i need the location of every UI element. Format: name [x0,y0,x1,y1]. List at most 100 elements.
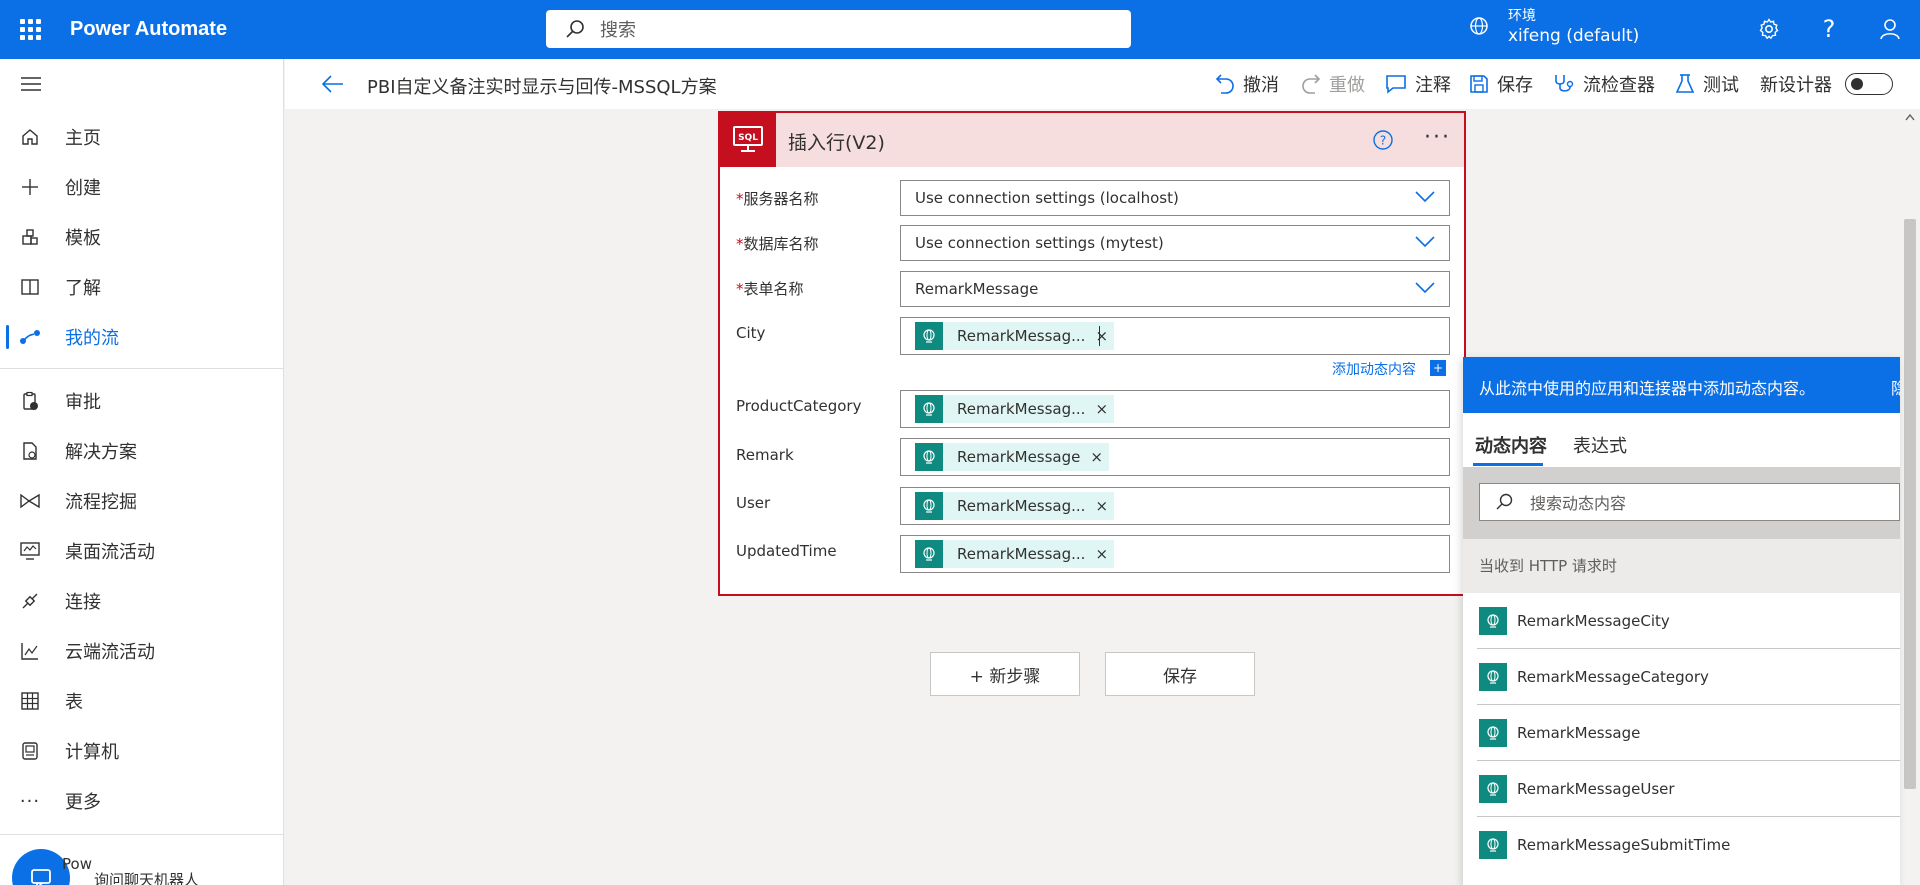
database-name-dropdown[interactable]: Use connection settings (mytest) [900,225,1450,261]
new-designer-label: 新设计器 [1760,75,1832,96]
dynamic-token[interactable]: RemarkMessag... × [915,395,1115,423]
hide-panel-link[interactable]: 隐 [1891,375,1900,399]
save-flow-button[interactable]: 保存 [1105,652,1255,696]
help-button[interactable]: ? [1814,14,1844,44]
remove-token-icon[interactable]: × [1095,497,1108,515]
remark-input[interactable]: RemarkMessage × [900,438,1450,476]
book-icon [21,279,39,295]
sidebar-item-create[interactable]: 创建 [0,165,284,209]
list-item[interactable]: RemarkMessageCity [1477,593,1900,649]
remove-token-icon[interactable]: × [1095,400,1108,418]
svg-text:?: ? [1380,134,1386,148]
back-button[interactable] [321,73,345,100]
product-category-input[interactable]: RemarkMessag... × [900,390,1450,428]
sidebar-item-label: 解决方案 [65,442,137,463]
scroll-up-icon[interactable] [1905,113,1915,121]
http-trigger-icon [1479,662,1507,691]
sidebar: 主页 创建 模板 了解 我的流 审批 解决方案 流程挖掘 桌面流活动 连接 云端… [0,59,284,885]
trigger-section-header[interactable]: 当收到 HTTP 请求时 [1463,539,1900,593]
list-item[interactable]: RemarkMessageSubmitTime [1477,817,1900,873]
updated-time-input[interactable]: RemarkMessag... × [900,535,1450,573]
approval-icon [23,391,38,410]
plus-icon [22,179,38,195]
sidebar-item-label: 主页 [65,128,101,149]
tab-expression[interactable]: 表达式 [1573,432,1627,458]
http-trigger-icon [915,395,943,423]
add-dynamic-content-icon[interactable]: + [1430,360,1446,376]
add-dynamic-content-link[interactable]: 添加动态内容 [1332,359,1416,379]
remove-token-icon[interactable]: × [1095,327,1108,345]
table-name-dropdown[interactable]: RemarkMessage [900,271,1450,307]
dynamic-content-search-input[interactable]: 搜索动态内容 [1479,483,1900,521]
remove-token-icon[interactable]: × [1090,448,1103,466]
scroll-thumb[interactable] [1904,219,1916,789]
question-icon: ? [1822,15,1836,43]
template-icon [22,229,38,245]
sidebar-item-label: 我的流 [65,328,119,349]
list-item[interactable]: RemarkMessageCategory [1477,649,1900,705]
user-input[interactable]: RemarkMessag... × [900,487,1450,525]
table-icon [21,692,39,710]
ellipsis-icon: ··· [1424,125,1451,150]
dynamic-token[interactable]: RemarkMessage × [915,443,1109,471]
new-designer-toggle[interactable] [1845,73,1893,95]
remove-token-icon[interactable]: × [1095,545,1108,563]
account-button[interactable] [1875,14,1905,44]
app-launcher-button[interactable] [0,0,60,59]
environment-picker[interactable]: 环境 xifeng (default) [1468,6,1639,46]
top-bar: Power Automate 搜索 环境 xifeng (default) ? [0,0,1920,59]
sidebar-item-more[interactable]: ··· 更多 [0,779,284,823]
stethoscope-icon [1555,75,1574,92]
sidebar-item-learn[interactable]: 了解 [0,265,284,309]
globe-icon [1470,17,1488,35]
canvas-scrollbar[interactable] [1900,109,1920,885]
card-more-button[interactable]: ··· [1424,125,1451,150]
sidebar-item-approvals[interactable]: 审批 [0,379,284,423]
dynamic-token[interactable]: RemarkMessag... × [915,540,1115,568]
settings-button[interactable] [1754,14,1784,44]
new-step-button[interactable]: + 新步骤 [930,652,1080,696]
environment-name: xifeng (default) [1508,26,1640,46]
global-search-input[interactable]: 搜索 [546,10,1131,48]
sidebar-item-label: 了解 [65,278,101,299]
sidebar-item-solutions[interactable]: 解决方案 [0,429,284,473]
list-item[interactable]: RemarkMessageUser [1477,761,1900,817]
dynamic-token[interactable]: RemarkMessag... × [915,492,1115,520]
help-button[interactable]: ? [1372,129,1394,156]
collapse-nav-button[interactable] [20,75,42,98]
sidebar-item-cloud-flows[interactable]: 云端流活动 [0,629,284,673]
server-name-dropdown[interactable]: Use connection settings (localhost) [900,180,1450,216]
comment-button[interactable]: 注释 [1385,71,1451,97]
sidebar-item-my-flows[interactable]: 我的流 [0,315,284,359]
list-item[interactable]: RemarkMessage [1477,705,1900,761]
remark-label: Remark [736,446,794,464]
test-button[interactable]: 测试 [1675,71,1739,97]
redo-button[interactable]: 重做 [1301,71,1365,97]
sidebar-item-templates[interactable]: 模板 [0,215,284,259]
command-bar: PBI自定义备注实时显示与回传-MSSQL方案 撤消 重做 注释 保存 流检查器… [285,59,1920,109]
sidebar-item-home[interactable]: 主页 [0,115,284,159]
http-trigger-icon [1479,774,1507,803]
dynamic-token[interactable]: RemarkMessag... × [915,322,1115,350]
flow-checker-button[interactable]: 流检查器 [1553,71,1655,97]
redo-icon [1302,74,1321,94]
sidebar-item-computers[interactable]: 计算机 [0,729,284,773]
dynamic-content-panel: 从此流中使用的应用和连接器中添加动态内容。 隐 动态内容 表达式 搜索动态内容 … [1463,357,1900,885]
sidebar-item-tables[interactable]: 表 [0,679,284,723]
search-icon [1496,493,1513,510]
http-trigger-icon [1479,606,1507,635]
beaker-icon [1675,74,1695,93]
app-title[interactable]: Power Automate [70,18,227,41]
flow-title: PBI自定义备注实时显示与回传-MSSQL方案 [367,77,717,98]
sidebar-item-connections[interactable]: 连接 [0,579,284,623]
server-name-label: *服务器名称 [736,190,819,208]
save-toolbar-button[interactable]: 保存 [1469,71,1533,97]
gear-icon [1759,18,1779,40]
chevron-down-icon [1415,191,1435,203]
undo-button[interactable]: 撤消 [1215,71,1279,97]
tab-dynamic-content[interactable]: 动态内容 [1475,432,1547,458]
city-input[interactable]: RemarkMessag... × [900,317,1450,355]
sidebar-item-desktop-flows[interactable]: 桌面流活动 [0,529,284,573]
sidebar-item-process-mining[interactable]: 流程挖掘 [0,479,284,523]
card-header[interactable]: SQL 插入行(V2) ? ··· [720,113,1464,167]
